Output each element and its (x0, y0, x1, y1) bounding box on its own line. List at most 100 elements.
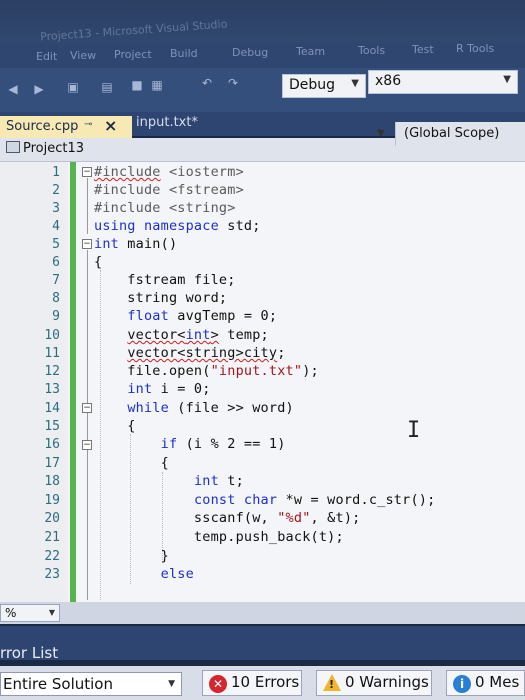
error-scope-dropdown[interactable]: Entire Solution ▼ (0, 672, 182, 696)
collapse-icon[interactable]: − (82, 239, 92, 249)
line-number: 2 (52, 183, 60, 198)
configuration-dropdown[interactable]: Debug ▼ (282, 74, 366, 98)
editor-status-strip: % ▼ (0, 602, 525, 624)
window-title: Project13 - Microsoft Visual Studio (39, 17, 228, 44)
line-number: 1 (52, 165, 60, 180)
code-line: int main() (94, 236, 178, 252)
info-icon: i (453, 675, 471, 693)
messages-count: 0 Mes (475, 673, 520, 691)
chevron-down-icon: ▼ (351, 78, 359, 89)
pin-icon[interactable]: ⊸ (84, 119, 92, 130)
zoom-dropdown[interactable]: % ▼ (0, 604, 60, 622)
code-line: vector<string>city; (127, 345, 286, 361)
menu-build[interactable]: Build (170, 47, 198, 60)
scope-value: (Global Scope) (404, 126, 500, 141)
code-line: file.open("input.txt"); (94, 363, 319, 379)
code-line: while (file >> word) (127, 400, 294, 416)
configuration-value: Debug (289, 77, 336, 93)
close-icon[interactable]: × (104, 116, 117, 135)
chevron-down-icon: ▼ (168, 679, 175, 689)
code-line: else (160, 566, 194, 582)
code-line: const char *w = word.c_str(); (193, 492, 436, 508)
line-number-gutter: 1 2 3 4 5 6 7 8 9 10 11 12 13 14 15 16 1… (0, 162, 68, 602)
collapse-icon[interactable]: − (82, 167, 92, 177)
line-number: 12 (44, 364, 60, 379)
menu-test[interactable]: Test (412, 43, 434, 56)
code-line: float avgTemp = 0; (127, 308, 278, 324)
menu-view[interactable]: View (70, 49, 96, 62)
code-line: #include <iosterm> (94, 164, 244, 180)
redo-icon[interactable]: ↷ (226, 76, 240, 90)
menu-bar: Edit View Project Build Debug Team Tools… (0, 42, 525, 68)
tab-label: input.txt* (136, 115, 198, 130)
undo-icon[interactable]: ↶ (200, 76, 214, 90)
line-number: 5 (52, 237, 60, 252)
chevron-down-icon: ▼ (48, 608, 55, 617)
change-tracking-bar (70, 162, 76, 602)
code-line: { (94, 254, 103, 270)
code-line: { (94, 455, 169, 471)
line-number: 4 (52, 219, 60, 234)
tab-input-txt[interactable]: input.txt* (130, 112, 204, 132)
code-line: using namespace std; (94, 218, 261, 234)
line-number: 21 (44, 530, 60, 545)
collapse-icon[interactable]: − (82, 403, 92, 413)
code-line: int i = 0; (127, 381, 211, 397)
line-number: 9 (52, 309, 60, 324)
save-all-icon[interactable]: ▦ (150, 78, 164, 92)
line-number: 22 (44, 549, 60, 564)
line-number: 20 (44, 511, 60, 526)
error-icon: ✕ (209, 675, 227, 693)
line-number: 15 (44, 419, 60, 434)
error-scope-value: Entire Solution (3, 675, 113, 693)
code-line: } (94, 548, 169, 564)
line-number: 10 (44, 328, 60, 343)
line-number: 16 (44, 437, 60, 452)
code-editor[interactable]: 1 2 3 4 5 6 7 8 9 10 11 12 13 14 15 16 1… (0, 162, 525, 602)
line-number: 7 (52, 273, 60, 288)
code-line: vector<int> temp; (127, 327, 269, 343)
warnings-filter-button[interactable]: ! 0 Warnings (316, 670, 432, 696)
scope-dropdown[interactable]: (Global Scope) (395, 122, 525, 146)
messages-filter-button[interactable]: i 0 Mes (446, 670, 525, 696)
line-number: 23 (44, 567, 60, 582)
code-line: temp.push_back(t); (94, 529, 344, 545)
warnings-count: 0 Warnings (345, 673, 429, 691)
menu-tools[interactable]: Tools (358, 44, 385, 57)
platform-dropdown[interactable]: x86 ▼ (368, 70, 518, 94)
code-line: sscanf(w, "%d", &t); (94, 510, 361, 526)
zoom-value: % (5, 606, 17, 620)
line-number: 18 (44, 474, 60, 489)
menu-debug[interactable]: Debug (232, 46, 268, 59)
line-number: 6 (52, 255, 60, 270)
open-icon[interactable]: ▤ (100, 80, 114, 94)
errors-filter-button[interactable]: ✕ 10 Errors (202, 670, 302, 696)
save-icon[interactable]: ■ (130, 78, 144, 92)
menu-edit[interactable]: Edit (36, 50, 57, 63)
warning-icon: ! (323, 674, 341, 691)
collapse-icon[interactable]: − (82, 440, 92, 450)
new-file-icon[interactable]: ▣ (66, 80, 80, 94)
line-number: 19 (44, 493, 60, 508)
code-line: fstream file; (94, 272, 236, 288)
error-list-title: rror List (0, 644, 59, 662)
forward-icon[interactable]: ▶ (32, 82, 46, 96)
menu-project[interactable]: Project (114, 48, 152, 61)
code-line: string word; (94, 290, 228, 306)
text-cursor-icon: I (407, 418, 421, 443)
project-name: Project13 (23, 141, 85, 156)
fold-guide (87, 250, 88, 600)
menu-team[interactable]: Team (296, 45, 325, 58)
project-icon (6, 141, 20, 153)
tab-source-cpp[interactable]: Source.cpp ⊸ × (0, 116, 132, 138)
tab-label: Source.cpp (6, 119, 79, 134)
back-icon[interactable]: ◀ (6, 82, 20, 96)
error-list-header (0, 626, 525, 660)
project-dropdown[interactable]: Project13 (6, 141, 84, 156)
code-line: #include <fstream> (94, 182, 244, 198)
line-number: 11 (44, 346, 60, 361)
chevron-down-icon: ▼ (503, 74, 511, 85)
chevron-down-icon[interactable]: ▼ (377, 128, 385, 139)
line-number: 17 (44, 456, 60, 471)
menu-rtools[interactable]: R Tools (456, 42, 494, 55)
